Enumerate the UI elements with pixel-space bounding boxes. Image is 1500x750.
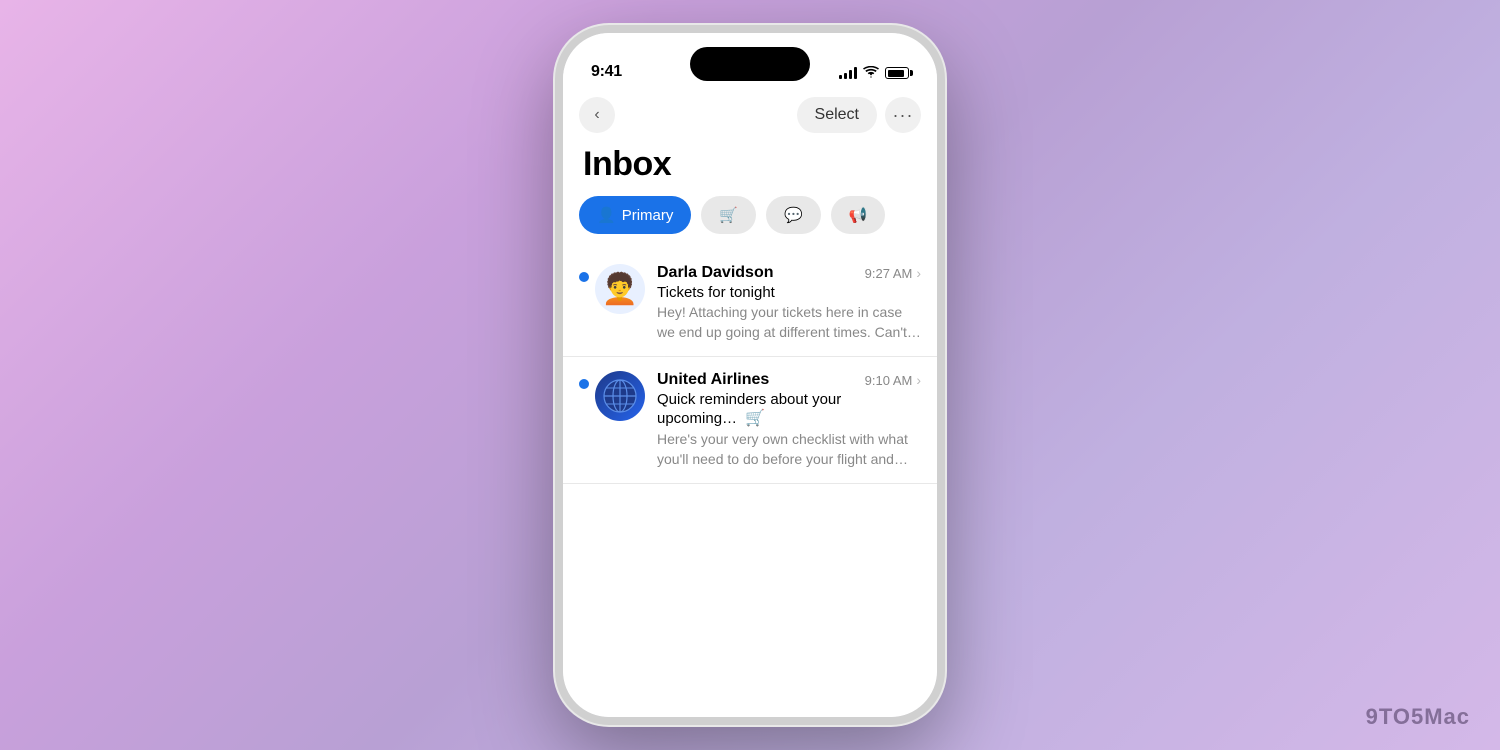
tab-primary[interactable]: 👤 Primary (579, 196, 691, 234)
chevron-right-icon-2: › (916, 372, 921, 388)
status-icons (839, 65, 909, 81)
unread-indicator-united (579, 379, 589, 389)
email-item-united[interactable]: United Airlines 9:10 AM › Quick reminder… (563, 357, 937, 484)
phone-shell: 9:41 (555, 25, 945, 725)
status-time: 9:41 (591, 63, 622, 81)
unread-indicator (579, 272, 589, 282)
chat-icon: 💬 (784, 206, 803, 224)
megaphone-icon: 📢 (849, 206, 868, 224)
cart-icon: 🛒 (719, 206, 738, 224)
email-item-darla[interactable]: 🧑‍🦱 Darla Davidson 9:27 AM › Tickets for… (563, 250, 937, 357)
tab-social[interactable]: 💬 (766, 196, 821, 234)
email-list: 🧑‍🦱 Darla Davidson 9:27 AM › Tickets for… (563, 250, 937, 717)
email-header-united: United Airlines 9:10 AM › (657, 371, 921, 389)
email-header-darla: Darla Davidson 9:27 AM › (657, 264, 921, 282)
chevron-right-icon: › (916, 265, 921, 281)
sender-name-darla: Darla Davidson (657, 264, 773, 282)
person-icon: 👤 (597, 206, 616, 224)
email-preview-united: Here's your very own checklist with what… (657, 430, 921, 469)
email-meta-united: 9:10 AM › (865, 372, 921, 388)
ellipsis-icon: ··· (893, 105, 914, 126)
email-subject-darla: Tickets for tonight (657, 284, 921, 301)
email-preview-darla: Hey! Attaching your tickets here in case… (657, 303, 921, 342)
ua-globe-icon (595, 371, 645, 421)
dynamic-island (690, 47, 810, 81)
wifi-icon (863, 65, 879, 81)
signal-icon (839, 67, 857, 79)
chevron-left-icon: ‹ (594, 106, 599, 124)
back-button[interactable]: ‹ (579, 97, 615, 133)
nav-right-buttons: Select ··· (797, 97, 921, 133)
sender-name-united: United Airlines (657, 371, 769, 389)
avatar-united (595, 371, 645, 421)
email-body-united: United Airlines 9:10 AM › Quick reminder… (657, 371, 921, 469)
battery-icon (885, 67, 909, 79)
email-subject-united: Quick reminders about your upcoming… 🛒 (657, 391, 921, 428)
select-button[interactable]: Select (797, 97, 877, 133)
email-time-united: 9:10 AM (865, 373, 913, 388)
app-content: ‹ Select ··· Inbox 👤 Primary 🛒 💬 (563, 89, 937, 717)
inbox-title: Inbox (563, 137, 937, 196)
more-button[interactable]: ··· (885, 97, 921, 133)
nav-bar: ‹ Select ··· (563, 89, 937, 137)
shopping-tag-icon: 🛒 (745, 410, 765, 427)
email-time-darla: 9:27 AM (865, 266, 913, 281)
tab-shopping[interactable]: 🛒 (701, 196, 756, 234)
watermark: 9TO5Mac (1366, 704, 1470, 730)
tab-promotions[interactable]: 📢 (831, 196, 886, 234)
tab-primary-label: Primary (622, 207, 674, 224)
email-body-darla: Darla Davidson 9:27 AM › Tickets for ton… (657, 264, 921, 342)
filter-tabs: 👤 Primary 🛒 💬 📢 (563, 196, 937, 250)
avatar-darla: 🧑‍🦱 (595, 264, 645, 314)
email-meta-darla: 9:27 AM › (865, 265, 921, 281)
